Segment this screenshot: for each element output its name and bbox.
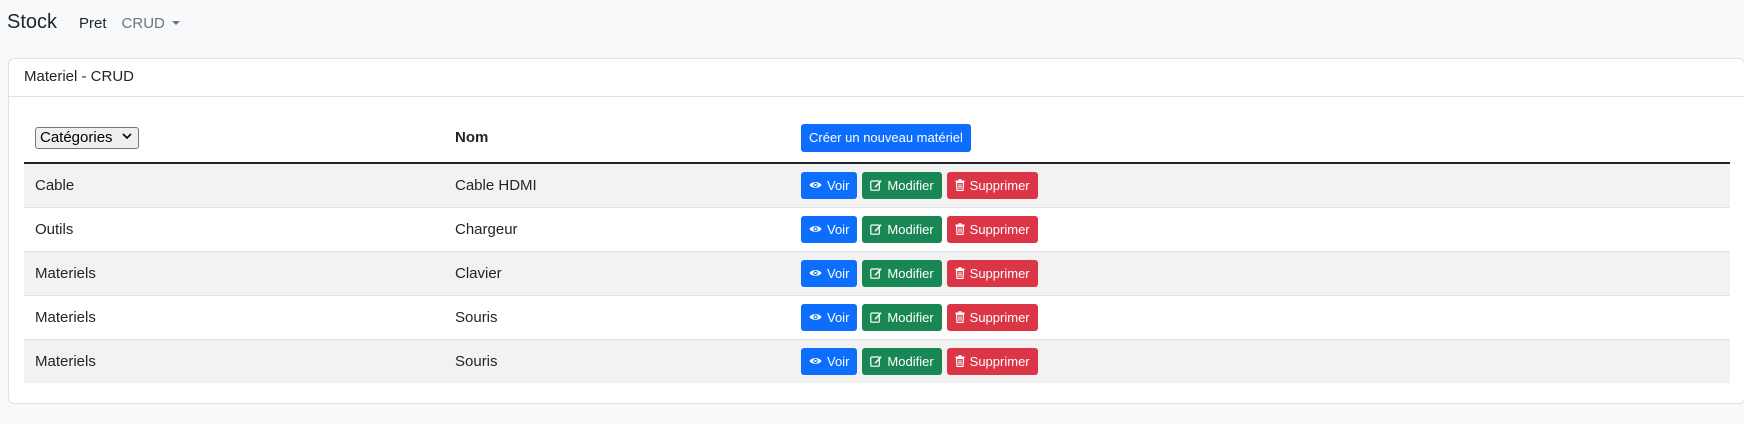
row-actions: Voir Modifier Supprimer — [801, 259, 1719, 287]
eye-icon — [809, 356, 822, 366]
header-nom: Nom — [444, 113, 790, 164]
delete-button[interactable]: Supprimer — [946, 171, 1038, 199]
delete-button[interactable]: Supprimer — [946, 215, 1038, 243]
edit-icon — [870, 355, 883, 368]
delete-button[interactable]: Supprimer — [946, 347, 1038, 375]
edit-label: Modifier — [887, 353, 934, 369]
edit-label: Modifier — [887, 265, 934, 281]
view-button[interactable]: Voir — [801, 347, 858, 375]
trash-icon — [955, 267, 965, 279]
edit-button[interactable]: Modifier — [862, 347, 942, 375]
edit-label: Modifier — [887, 177, 934, 193]
table-row: Materiels Souris Voir Modifier Supprimer — [24, 339, 1730, 383]
table-row: Cable Cable HDMI Voir Modifier Supprimer — [24, 163, 1730, 208]
cell-categorie: Cable — [24, 163, 444, 208]
view-button[interactable]: Voir — [801, 259, 858, 287]
cell-nom: Souris — [444, 295, 790, 340]
cell-nom: Cable HDMI — [444, 163, 790, 208]
edit-icon — [870, 179, 883, 192]
trash-icon — [955, 179, 965, 192]
brand-link[interactable]: Stock — [7, 11, 57, 34]
view-label: Voir — [827, 177, 850, 193]
chevron-down-icon — [121, 132, 132, 143]
cell-nom: Clavier — [444, 251, 790, 296]
delete-label: Supprimer — [969, 177, 1030, 193]
edit-icon — [870, 311, 883, 323]
nav-dropdown-crud[interactable]: CRUD — [122, 15, 180, 32]
category-select-value: Catégories — [40, 129, 113, 146]
row-actions: Voir Modifier Supprimer — [801, 347, 1719, 375]
delete-label: Supprimer — [969, 221, 1030, 237]
nav-dropdown-label: CRUD — [121, 14, 165, 32]
card-title: Materiel - CRUD — [9, 59, 1744, 97]
cell-actions: Voir Modifier Supprimer — [790, 163, 1730, 208]
category-select[interactable]: Catégories — [35, 126, 139, 149]
eye-icon — [809, 312, 822, 322]
trash-icon — [955, 223, 965, 235]
trash-icon — [955, 311, 965, 323]
view-button[interactable]: Voir — [801, 303, 858, 331]
cell-categorie: Materiels — [24, 251, 444, 296]
cell-categorie: Materiels — [24, 295, 444, 340]
edit-icon — [870, 267, 883, 279]
eye-icon — [809, 180, 822, 190]
row-actions: Voir Modifier Supprimer — [801, 171, 1719, 199]
eye-icon — [809, 268, 822, 278]
categorie-text: Materiels — [35, 352, 96, 370]
navbar: Stock Pret CRUD — [0, 0, 1744, 46]
edit-label: Modifier — [887, 221, 934, 237]
cell-actions: Voir Modifier Supprimer — [790, 251, 1730, 296]
crud-card: Materiel - CRUD Catégories Nom Créer un … — [8, 58, 1744, 404]
delete-label: Supprimer — [969, 309, 1030, 325]
view-button[interactable]: Voir — [801, 215, 858, 243]
view-label: Voir — [827, 265, 850, 281]
nom-text: Clavier — [455, 264, 502, 282]
edit-button[interactable]: Modifier — [862, 215, 942, 243]
card-body: Catégories Nom Créer un nouveau matériel — [9, 97, 1744, 383]
table-row: Materiels Clavier Voir Modifier Supprime… — [24, 251, 1730, 296]
categorie-text: Materiels — [35, 264, 96, 282]
edit-button[interactable]: Modifier — [862, 303, 942, 331]
create-materiel-button[interactable]: Créer un nouveau matériel — [801, 123, 971, 152]
nom-text: Chargeur — [455, 220, 518, 238]
cell-categorie: Outils — [24, 207, 444, 252]
row-actions: Voir Modifier Supprimer — [801, 215, 1719, 243]
header-actions: Créer un nouveau matériel — [790, 113, 1730, 164]
categorie-text: Outils — [35, 220, 74, 238]
view-label: Voir — [827, 309, 850, 325]
nav-link-pret[interactable]: Pret — [79, 15, 107, 32]
cell-actions: Voir Modifier Supprimer — [790, 295, 1730, 340]
edit-button[interactable]: Modifier — [862, 259, 942, 287]
edit-icon — [870, 223, 883, 235]
page-content: Materiel - CRUD Catégories Nom Créer un … — [0, 46, 1744, 424]
header-categorie: Catégories — [24, 113, 444, 164]
cell-nom: Souris — [444, 339, 790, 383]
caret-down-icon — [171, 21, 180, 25]
table-row: Outils Chargeur Voir Modifier Supprimer — [24, 207, 1730, 252]
cell-nom: Chargeur — [444, 207, 790, 252]
categorie-text: Cable — [35, 176, 75, 194]
delete-button[interactable]: Supprimer — [946, 303, 1038, 331]
edit-button[interactable]: Modifier — [862, 171, 942, 199]
table-header-row: Catégories Nom Créer un nouveau matériel — [24, 113, 1730, 164]
view-label: Voir — [827, 221, 850, 237]
table-row: Materiels Souris Voir Modifier Supprimer — [24, 295, 1730, 340]
categorie-text: Materiels — [35, 308, 96, 326]
cell-actions: Voir Modifier Supprimer — [790, 207, 1730, 252]
view-label: Voir — [827, 353, 850, 369]
trash-icon — [955, 355, 965, 368]
nom-text: Souris — [455, 352, 498, 370]
eye-icon — [809, 224, 822, 234]
cell-actions: Voir Modifier Supprimer — [790, 339, 1730, 383]
nom-text: Souris — [455, 308, 498, 326]
nom-text: Cable HDMI — [455, 176, 537, 194]
materiel-table: Catégories Nom Créer un nouveau matériel — [24, 113, 1730, 383]
delete-label: Supprimer — [969, 353, 1030, 369]
cell-categorie: Materiels — [24, 339, 444, 383]
row-actions: Voir Modifier Supprimer — [801, 303, 1719, 331]
delete-button[interactable]: Supprimer — [946, 259, 1038, 287]
edit-label: Modifier — [887, 309, 934, 325]
delete-label: Supprimer — [969, 265, 1030, 281]
view-button[interactable]: Voir — [801, 171, 858, 199]
